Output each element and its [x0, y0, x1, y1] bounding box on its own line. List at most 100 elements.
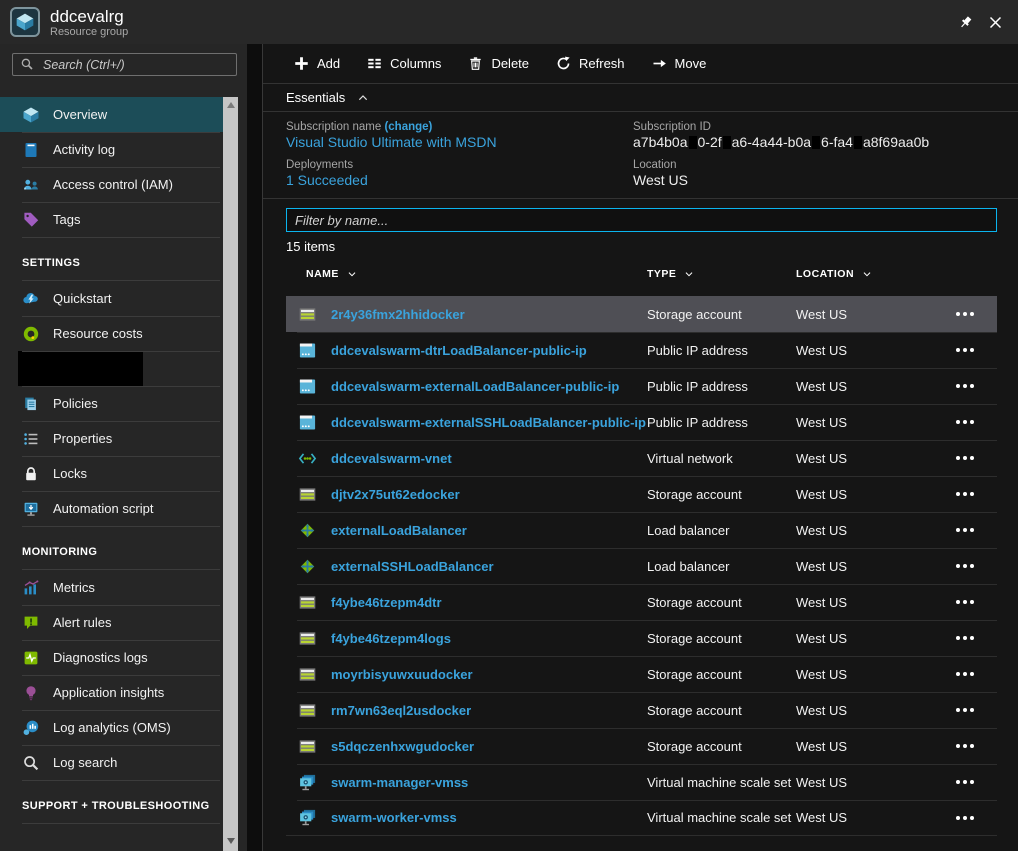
alert-rules-icon [22, 614, 40, 632]
context-menu-button[interactable] [956, 636, 978, 640]
move-button[interactable]: Move [652, 56, 707, 71]
search-input[interactable] [12, 53, 237, 76]
table-row[interactable]: rm7wn63eql2usdocker Storage account West… [286, 692, 997, 728]
close-button[interactable] [980, 7, 1010, 37]
sidebar-item-locks[interactable]: Locks [0, 456, 223, 491]
table-row[interactable]: f4ybe46tzepm4dtr Storage account West US [286, 584, 997, 620]
sidebar-item-properties[interactable]: Properties [0, 421, 223, 456]
resource-link[interactable]: ddcevalswarm-externalLoadBalancer-public… [331, 379, 619, 394]
properties-icon [22, 430, 40, 448]
table-row[interactable]: ddcevalswarm-vnet Virtual network West U… [286, 440, 997, 476]
subscription-name-link[interactable]: Visual Studio Ultimate with MSDN [286, 134, 633, 150]
context-menu-button[interactable] [956, 456, 978, 460]
log-analytics-icon [22, 719, 40, 737]
resource-link[interactable]: swarm-manager-vmss [331, 775, 468, 790]
deployments-link[interactable]: 1 Succeeded [286, 172, 633, 188]
context-menu-button[interactable] [956, 564, 978, 568]
resource-link[interactable]: ddcevalswarm-dtrLoadBalancer-public-ip [331, 343, 587, 358]
essentials-header[interactable]: Essentials [263, 84, 1018, 112]
sidebar-item-quickstart[interactable]: Quickstart [0, 281, 223, 316]
sidebar-item-application-insights[interactable]: Application insights [0, 675, 223, 710]
resource-link[interactable]: swarm-worker-vmss [331, 810, 457, 825]
context-menu-button[interactable] [956, 816, 978, 820]
toolbar: Add Columns Delete Refresh Move [263, 44, 1018, 84]
sidebar-item-log-analytics[interactable]: Log analytics (OMS) [0, 710, 223, 745]
table-row[interactable]: externalLoadBalancer Load balancer West … [286, 512, 997, 548]
location-value: West US [633, 172, 1018, 188]
sidebar-item-alert-rules[interactable]: Alert rules [0, 605, 223, 640]
resource-link[interactable]: moyrbisyuwxuudocker [331, 667, 473, 682]
columns-button[interactable]: Columns [367, 56, 441, 71]
context-menu-button[interactable] [956, 780, 978, 784]
resource-link[interactable]: externalSSHLoadBalancer [331, 559, 494, 574]
overview-cube-icon [22, 106, 40, 124]
resource-link[interactable]: externalLoadBalancer [331, 523, 467, 538]
page-subtitle: Resource group [50, 26, 128, 38]
context-menu-button[interactable] [956, 672, 978, 676]
storage-account-icon [297, 592, 317, 612]
move-arrow-icon [652, 56, 667, 71]
column-header-name[interactable]: NAME [297, 268, 647, 280]
sidebar-section-settings: SETTINGS [0, 237, 223, 281]
essentials-title: Essentials [286, 90, 345, 105]
context-menu-button[interactable] [956, 312, 978, 316]
table-row[interactable]: ddcevalswarm-externalSSHLoadBalancer-pub… [286, 404, 997, 440]
resource-link[interactable]: ddcevalswarm-vnet [331, 451, 452, 466]
table-row[interactable]: externalSSHLoadBalancer Load balancer We… [286, 548, 997, 584]
table-row[interactable]: ddcevalswarm-externalLoadBalancer-public… [286, 368, 997, 404]
table-row[interactable]: ddcevalswarm-dtrLoadBalancer-public-ip P… [286, 332, 997, 368]
change-subscription-link[interactable]: (change) [384, 121, 432, 133]
resource-link[interactable]: ddcevalswarm-externalSSHLoadBalancer-pub… [331, 415, 646, 430]
sidebar-item-access-control[interactable]: Access control (IAM) [0, 167, 223, 202]
chevron-up-icon[interactable] [357, 92, 369, 104]
sidebar-item-overview[interactable]: Overview [0, 97, 223, 132]
sidebar-item-diagnostics-logs[interactable]: Diagnostics logs [0, 640, 223, 675]
resource-link[interactable]: 2r4y36fmx2hhidocker [331, 307, 465, 322]
resource-link[interactable]: rm7wn63eql2usdocker [331, 703, 471, 718]
vm-scale-set-icon [297, 808, 317, 828]
context-menu-button[interactable] [956, 420, 978, 424]
filter-input[interactable] [286, 208, 997, 232]
context-menu-button[interactable] [956, 744, 978, 748]
sidebar-item-tags[interactable]: Tags [0, 202, 223, 237]
chevron-down-icon [684, 269, 694, 279]
pin-button[interactable] [950, 7, 980, 37]
refresh-button[interactable]: Refresh [556, 56, 625, 71]
automation-script-icon [22, 500, 40, 518]
context-menu-button[interactable] [956, 600, 978, 604]
sidebar-item-log-search[interactable]: Log search [0, 745, 223, 780]
delete-button[interactable]: Delete [468, 56, 529, 71]
scroll-up-icon[interactable] [223, 97, 238, 113]
add-button[interactable]: Add [294, 56, 340, 71]
log-search-icon [22, 754, 40, 772]
resource-link[interactable]: f4ybe46tzepm4logs [331, 631, 451, 646]
sidebar-item-policies[interactable]: Policies [0, 386, 223, 421]
context-menu-button[interactable] [956, 528, 978, 532]
resource-link[interactable]: djtv2x75ut62edocker [331, 487, 460, 502]
sidebar-scrollbar[interactable] [223, 97, 238, 851]
table-row[interactable]: 2r4y36fmx2hhidocker Storage account West… [286, 296, 997, 332]
context-menu-button[interactable] [956, 708, 978, 712]
plus-icon [294, 56, 309, 71]
sidebar-item-activity-log[interactable]: Activity log [0, 132, 223, 167]
table-row[interactable]: moyrbisyuwxuudocker Storage account West… [286, 656, 997, 692]
table-row[interactable]: djtv2x75ut62edocker Storage account West… [286, 476, 997, 512]
scroll-down-icon[interactable] [223, 833, 238, 849]
resource-link[interactable]: s5dqczenhxwgudocker [331, 739, 474, 754]
resource-link[interactable]: f4ybe46tzepm4dtr [331, 595, 442, 610]
column-header-location[interactable]: LOCATION [796, 268, 956, 280]
table-row[interactable]: swarm-manager-vmss Virtual machine scale… [286, 764, 997, 800]
column-header-type[interactable]: TYPE [647, 268, 796, 280]
sidebar-item-metrics[interactable]: Metrics [0, 570, 223, 605]
table-row[interactable]: f4ybe46tzepm4logs Storage account West U… [286, 620, 997, 656]
context-menu-button[interactable] [956, 348, 978, 352]
sidebar-item-resource-costs[interactable]: Resource costs [0, 316, 223, 351]
ellipsis-icon [956, 348, 960, 352]
context-menu-button[interactable] [956, 492, 978, 496]
refresh-icon [556, 56, 571, 71]
table-row[interactable]: swarm-worker-vmss Virtual machine scale … [286, 800, 997, 836]
table-row[interactable]: s5dqczenhxwgudocker Storage account West… [286, 728, 997, 764]
context-menu-button[interactable] [956, 384, 978, 388]
diagnostics-logs-icon [22, 649, 40, 667]
sidebar-item-automation-script[interactable]: Automation script [0, 491, 223, 526]
